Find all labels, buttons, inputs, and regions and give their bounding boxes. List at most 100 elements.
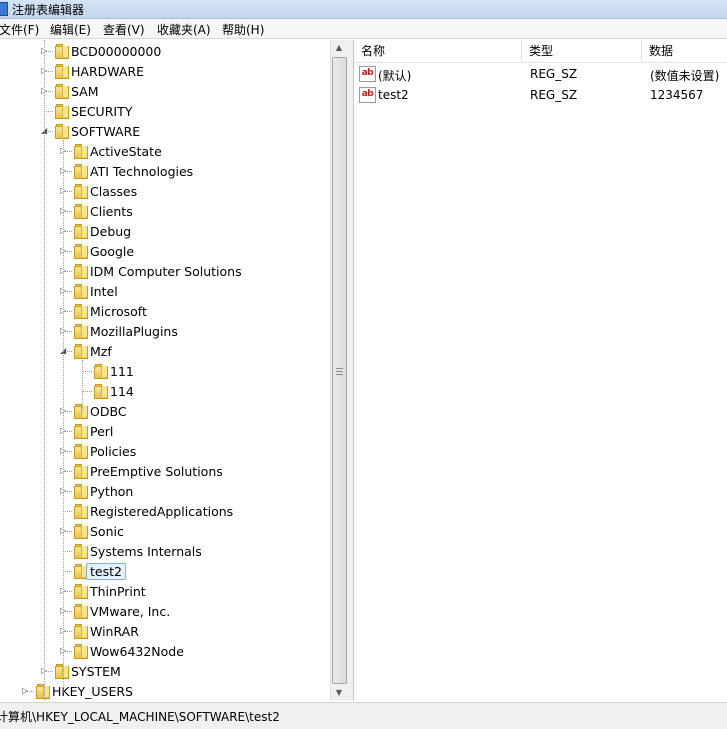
tree-node-label[interactable]: SECURITY xyxy=(71,104,132,119)
tree-node[interactable]: RegisteredApplications xyxy=(0,501,330,521)
tree-node-label[interactable]: SAM xyxy=(71,84,99,99)
scroll-thumb[interactable] xyxy=(332,57,347,684)
tree-node-label[interactable]: SYSTEM xyxy=(71,664,121,679)
tree-node[interactable]: ▷ Python xyxy=(0,481,330,501)
folder-icon xyxy=(53,64,69,79)
tree-node-label[interactable]: PreEmptive Solutions xyxy=(90,464,223,479)
registry-key-tree[interactable]: ▷ BCD00000000 ▷ HARDWARE ▷ SAM SECURITY ◢ SOFTWA… xyxy=(0,40,348,701)
menu-view[interactable]: 查看(V) xyxy=(103,21,145,38)
tree-node[interactable]: ▷ Perl xyxy=(0,421,330,441)
tree-node-label[interactable]: ActiveState xyxy=(90,144,162,159)
menu-edit[interactable]: 编辑(E) xyxy=(50,21,91,38)
tree-node-label[interactable]: ThinPrint xyxy=(90,584,146,599)
folder-icon xyxy=(53,104,69,119)
tree-node-label[interactable]: Debug xyxy=(90,224,131,239)
tree-connector xyxy=(63,511,72,512)
tree-node[interactable]: SECURITY xyxy=(0,101,330,121)
tree-node[interactable]: ▷ ODBC xyxy=(0,401,330,421)
tree-node-label[interactable]: Policies xyxy=(90,444,136,459)
tree-node[interactable]: Systems Internals xyxy=(0,541,330,561)
menu-file[interactable]: 文件(F) xyxy=(0,21,39,38)
column-header-type[interactable]: 类型 xyxy=(522,40,642,62)
tree-node[interactable]: ▷ Microsoft xyxy=(0,301,330,321)
folder-icon xyxy=(72,464,88,479)
value-type: REG_SZ xyxy=(530,88,578,102)
folder-icon xyxy=(72,444,88,459)
tree-node-label[interactable]: MozillaPlugins xyxy=(90,324,178,339)
tree-node[interactable]: ▷ SYSTEM xyxy=(0,661,330,681)
tree-vertical-scrollbar[interactable]: ▲ ▼ xyxy=(330,40,347,701)
tree-node-label[interactable]: Systems Internals xyxy=(90,544,202,559)
tree-node[interactable]: ▷ WinRAR xyxy=(0,621,330,641)
tree-node[interactable]: ▷ HARDWARE xyxy=(0,61,330,81)
expand-arrow-icon[interactable]: ▷ xyxy=(22,686,29,695)
scroll-down-arrow-icon[interactable]: ▼ xyxy=(331,685,347,701)
menu-favorites[interactable]: 收藏夹(A) xyxy=(157,21,211,38)
tree-node-label[interactable]: Perl xyxy=(90,424,113,439)
tree-node[interactable]: ▷ Policies xyxy=(0,441,330,461)
tree-node-label[interactable]: Intel xyxy=(90,284,118,299)
tree-node[interactable]: ▷ Intel xyxy=(0,281,330,301)
tree-node[interactable]: ▷ HKEY_USERS xyxy=(0,681,330,701)
tree-node[interactable]: ▷ ATI Technologies xyxy=(0,161,330,181)
tree-node-label[interactable]: 111 xyxy=(110,364,134,379)
tree-node-label[interactable]: HKEY_USERS xyxy=(52,684,133,699)
tree-node[interactable]: ▷ Classes xyxy=(0,181,330,201)
tree-node-label[interactable]: BCD00000000 xyxy=(71,44,161,59)
tree-node[interactable]: ▷ Debug xyxy=(0,221,330,241)
tree-node-label[interactable]: WinRAR xyxy=(90,624,139,639)
tree-node-label[interactable]: Google xyxy=(90,244,134,259)
tree-node-label[interactable]: Python xyxy=(90,484,133,499)
tree-node-label[interactable]: 114 xyxy=(110,384,134,399)
values-list[interactable]: 名称 类型 数据 ab (默认) REG_SZ (数值未设置) ab test2… xyxy=(353,40,727,701)
tree-node[interactable]: ▷ SAM xyxy=(0,81,330,101)
tree-node-label[interactable]: test2 xyxy=(86,563,126,580)
tree-node[interactable]: ◢ Mzf xyxy=(0,341,330,361)
tree-node-label[interactable]: ATI Technologies xyxy=(90,164,193,179)
folder-icon xyxy=(72,164,88,179)
tree-node[interactable]: ▷ Sonic xyxy=(0,521,330,541)
tree-node[interactable]: test2 xyxy=(0,561,330,581)
regedit-icon xyxy=(0,2,8,16)
tree-node-label[interactable]: Microsoft xyxy=(90,304,147,319)
tree-node[interactable]: ▷ ThinPrint xyxy=(0,581,330,601)
tree-node-label[interactable]: ODBC xyxy=(90,404,127,419)
tree-node[interactable]: ▷ MozillaPlugins xyxy=(0,321,330,341)
tree-node-label[interactable]: Wow6432Node xyxy=(90,644,184,659)
menu-help[interactable]: 帮助(H) xyxy=(222,21,264,38)
tree-node-label[interactable]: VMware, Inc. xyxy=(90,604,170,619)
tree-node-label[interactable]: Sonic xyxy=(90,524,124,539)
tree-node-label[interactable]: IDM Computer Solutions xyxy=(90,264,242,279)
value-data: (数值未设置) xyxy=(650,69,720,83)
tree-node[interactable]: ▷ PreEmptive Solutions xyxy=(0,461,330,481)
tree-node[interactable]: ▷ Clients xyxy=(0,201,330,221)
tree-node-label[interactable]: HARDWARE xyxy=(71,64,144,79)
title-bar: 注册表编辑器 xyxy=(0,0,727,19)
tree-connector xyxy=(63,551,72,552)
tree-node-label[interactable]: Mzf xyxy=(90,344,112,359)
list-row[interactable]: ab test2 REG_SZ 1234567 xyxy=(354,85,727,106)
tree-node-label[interactable]: Classes xyxy=(90,184,137,199)
folder-icon xyxy=(72,404,88,419)
folder-icon xyxy=(53,664,69,679)
column-header-data[interactable]: 数据 xyxy=(642,40,727,62)
tree-node[interactable]: 111 xyxy=(0,361,330,381)
tree-node[interactable]: ▷ VMware, Inc. xyxy=(0,601,330,621)
status-bar: 计算机\HKEY_LOCAL_MACHINE\SOFTWARE\test2 xyxy=(0,702,727,729)
tree-node[interactable]: ◢ SOFTWARE xyxy=(0,121,330,141)
list-row[interactable]: ab (默认) REG_SZ (数值未设置) xyxy=(354,64,727,85)
tree-node-label[interactable]: SOFTWARE xyxy=(71,124,140,139)
scroll-up-arrow-icon[interactable]: ▲ xyxy=(331,40,347,56)
tree-node-label[interactable]: Clients xyxy=(90,204,133,219)
tree-node[interactable]: ▷ BCD00000000 xyxy=(0,41,330,61)
column-header-name[interactable]: 名称 xyxy=(354,40,522,62)
tree-node[interactable]: 114 xyxy=(0,381,330,401)
tree-node[interactable]: ▷ IDM Computer Solutions xyxy=(0,261,330,281)
tree-node[interactable]: ▷ Wow6432Node xyxy=(0,641,330,661)
tree-node[interactable]: ▷ Google xyxy=(0,241,330,261)
folder-icon xyxy=(92,384,108,399)
tree-node[interactable]: ▷ ActiveState xyxy=(0,141,330,161)
folder-icon xyxy=(72,544,88,559)
folder-icon xyxy=(72,644,88,659)
tree-node-label[interactable]: RegisteredApplications xyxy=(90,504,233,519)
